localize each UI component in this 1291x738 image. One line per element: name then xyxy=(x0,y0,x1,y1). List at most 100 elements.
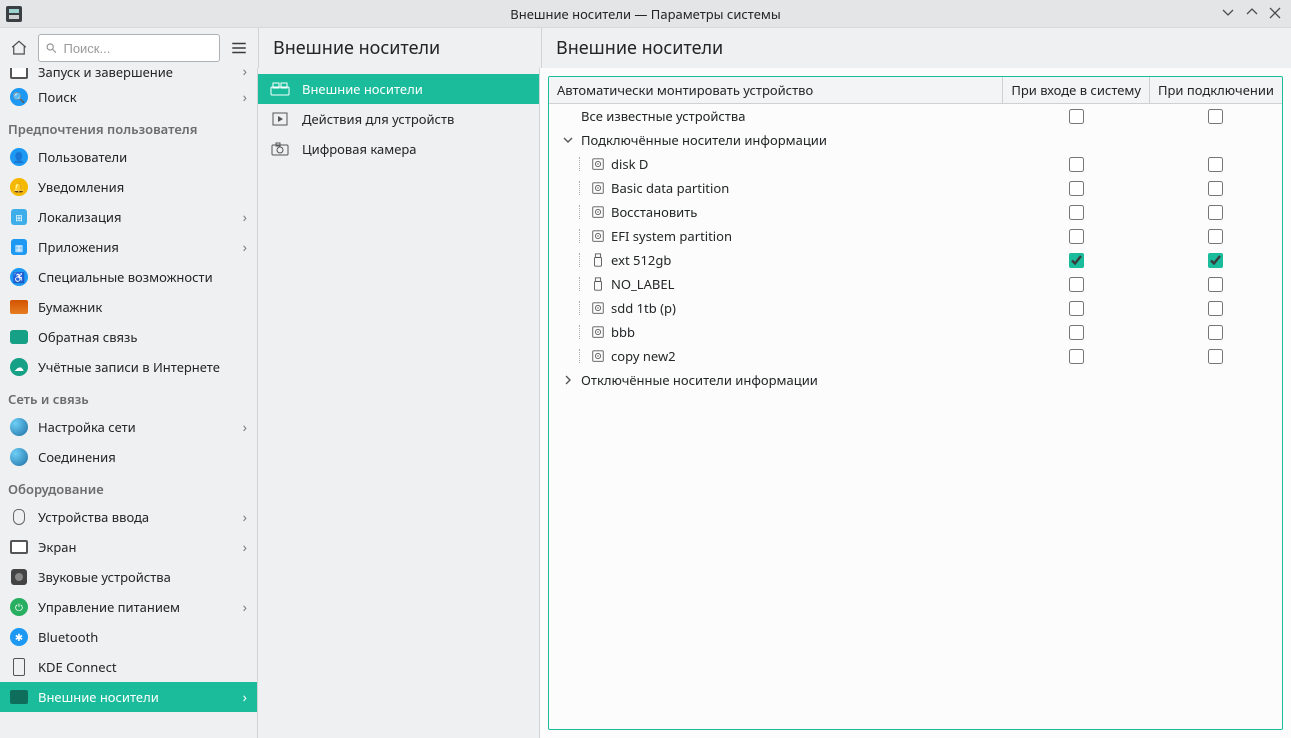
automount-login-checkbox[interactable] xyxy=(1069,229,1084,244)
table-row[interactable]: Подключённые носители информации xyxy=(549,128,1282,152)
automount-attach-checkbox[interactable] xyxy=(1208,109,1223,124)
tree-line xyxy=(579,349,583,363)
automount-attach-checkbox[interactable] xyxy=(1208,325,1223,340)
device-label: sdd 1tb (p) xyxy=(611,299,676,317)
sidebar-item[interactable]: ♿Специальные возможности xyxy=(0,262,257,292)
chevron-down-icon[interactable] xyxy=(561,134,575,146)
chevron-right-icon: › xyxy=(243,508,247,527)
col-device[interactable]: Автоматически монтировать устройство xyxy=(549,77,1003,104)
online-icon: ☁ xyxy=(10,358,28,376)
chevron-right-icon[interactable] xyxy=(561,374,575,386)
sidebar-item[interactable]: Соединения xyxy=(0,442,257,472)
device-label: Basic data partition xyxy=(611,179,729,197)
sidebar-item[interactable]: ☁Учётные записи в Интернете xyxy=(0,352,257,382)
device-label: Подключённые носители информации xyxy=(581,131,827,149)
col-attach[interactable]: При подключении xyxy=(1150,77,1283,104)
automount-login-checkbox[interactable] xyxy=(1069,205,1084,220)
harddisk-icon xyxy=(591,205,605,219)
table-header: Автоматически монтировать устройство При… xyxy=(549,77,1282,104)
subnav-item-label: Цифровая камера xyxy=(302,140,417,158)
search-icon xyxy=(45,41,57,55)
toolbar-left xyxy=(0,34,258,62)
harddisk-icon xyxy=(591,181,605,195)
chevron-right-icon: › xyxy=(243,238,247,257)
minimize-button[interactable] xyxy=(1221,5,1235,23)
sidebar-item-label: Поиск xyxy=(38,88,233,106)
automount-login-checkbox[interactable] xyxy=(1069,181,1084,196)
subnav-item[interactable]: Действия для устройств xyxy=(258,104,539,134)
search-field[interactable] xyxy=(38,34,220,62)
automount-login-checkbox[interactable] xyxy=(1069,109,1084,124)
sidebar-item[interactable]: 🔔 Уведомления xyxy=(0,172,257,202)
close-button[interactable] xyxy=(1269,5,1281,23)
table-row[interactable]: sdd 1tb (p) xyxy=(549,296,1282,320)
sidebar-item[interactable]: ✱Bluetooth xyxy=(0,622,257,652)
table-row[interactable]: Basic data partition xyxy=(549,176,1282,200)
automount-attach-checkbox[interactable] xyxy=(1208,157,1223,172)
table-row[interactable]: copy new2 xyxy=(549,344,1282,368)
sidebar-item[interactable]: 👤Пользователи xyxy=(0,142,257,172)
harddisk-icon xyxy=(591,229,605,243)
sidebar-item[interactable]: Настройка сети› xyxy=(0,412,257,442)
sidebar-item[interactable]: ▦Приложения› xyxy=(0,232,257,262)
sidebar-item-label: Внешние носители xyxy=(38,688,233,706)
startup-icon xyxy=(10,68,28,81)
automount-attach-checkbox[interactable] xyxy=(1208,205,1223,220)
sidebar-item[interactable]: ⏻Управление питанием› xyxy=(0,592,257,622)
sidebar-item-label: Управление питанием xyxy=(38,598,233,616)
subnav-item[interactable]: Цифровая камера xyxy=(258,134,539,164)
automount-attach-checkbox[interactable] xyxy=(1208,349,1223,364)
automount-attach-checkbox[interactable] xyxy=(1208,253,1223,268)
table-row[interactable]: bbb xyxy=(549,320,1282,344)
sidebar-item[interactable]: Бумажник xyxy=(0,292,257,322)
sidebar-item-label: Настройка сети xyxy=(38,418,233,436)
sidebar-item[interactable]: Внешние носители› xyxy=(0,682,257,712)
chevron-right-icon: › xyxy=(243,598,247,617)
table-row[interactable]: ext 512gb xyxy=(549,248,1282,272)
table-row[interactable]: EFI system partition xyxy=(549,224,1282,248)
maximize-button[interactable] xyxy=(1245,5,1259,23)
automount-login-checkbox[interactable] xyxy=(1069,277,1084,292)
subnav-item[interactable]: Внешние носители xyxy=(258,74,539,104)
chevron-right-icon: › xyxy=(243,208,247,227)
sidebar[interactable]: Запуск и завершение › 🔍 Поиск › Предпочт… xyxy=(0,68,258,738)
sidebar-item[interactable]: KDE Connect xyxy=(0,652,257,682)
table-row[interactable]: NO_LABEL xyxy=(549,272,1282,296)
wallet-icon xyxy=(10,298,28,316)
device-label: EFI system partition xyxy=(611,227,732,245)
table-row[interactable]: Отключённые носители информации xyxy=(549,368,1282,392)
table-row[interactable]: Все известные устройства xyxy=(549,104,1282,129)
automount-login-checkbox[interactable] xyxy=(1069,253,1084,268)
sidebar-item[interactable]: Экран› xyxy=(0,532,257,562)
sidebar-item-label: Уведомления xyxy=(38,178,247,196)
search-input[interactable] xyxy=(63,41,213,56)
sidebar-item[interactable]: Обратная связь xyxy=(0,322,257,352)
automount-login-checkbox[interactable] xyxy=(1069,349,1084,364)
automount-login-checkbox[interactable] xyxy=(1069,325,1084,340)
phone-icon xyxy=(10,658,28,676)
table-row[interactable]: disk D xyxy=(549,152,1282,176)
sidebar-item[interactable]: Звуковые устройства xyxy=(0,562,257,592)
menu-button[interactable] xyxy=(226,35,252,61)
sidebar-item-startup[interactable]: Запуск и завершение › xyxy=(0,68,257,82)
automount-login-checkbox[interactable] xyxy=(1069,157,1084,172)
automount-attach-checkbox[interactable] xyxy=(1208,181,1223,196)
automount-attach-checkbox[interactable] xyxy=(1208,229,1223,244)
drive-icon xyxy=(10,688,28,706)
harddisk-icon xyxy=(591,157,605,171)
subnav-item-label: Действия для устройств xyxy=(302,110,454,128)
home-button[interactable] xyxy=(6,35,32,61)
automount-attach-checkbox[interactable] xyxy=(1208,277,1223,292)
col-login[interactable]: При входе в систему xyxy=(1003,77,1150,104)
automount-attach-checkbox[interactable] xyxy=(1208,301,1223,316)
device-label: disk D xyxy=(611,155,648,173)
automount-login-checkbox[interactable] xyxy=(1069,301,1084,316)
sidebar-item-search[interactable]: 🔍 Поиск › xyxy=(0,82,257,112)
subnav-item-label: Внешние носители xyxy=(302,80,423,98)
table-row[interactable]: Восстановить xyxy=(549,200,1282,224)
sidebar-item[interactable]: Устройства ввода› xyxy=(0,502,257,532)
sidebar-item[interactable]: ⊞Локализация› xyxy=(0,202,257,232)
usb-icon xyxy=(591,253,605,267)
chevron-right-icon: › xyxy=(243,88,247,107)
bell-icon: 🔔 xyxy=(10,178,28,196)
